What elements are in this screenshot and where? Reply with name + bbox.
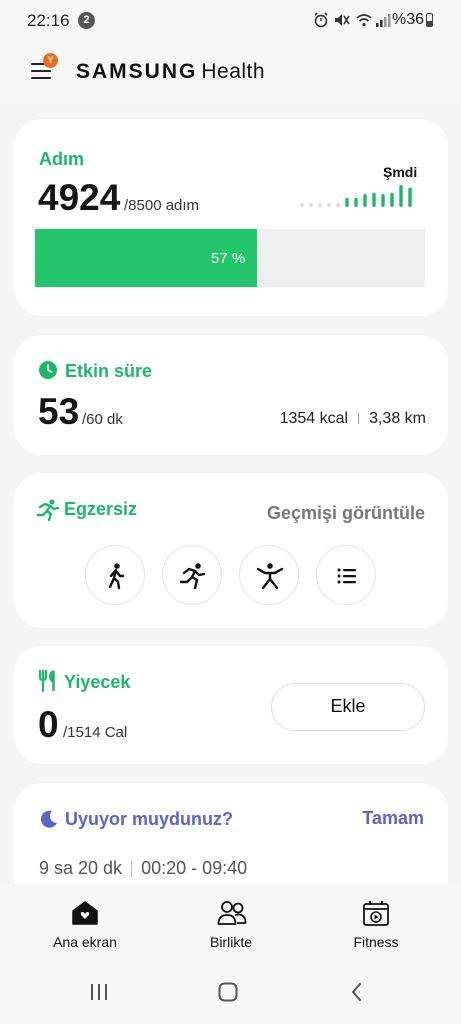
fork-knife-icon — [38, 670, 55, 692]
clock-icon — [39, 361, 57, 379]
alarm-icon — [314, 12, 328, 28]
nav-together[interactable]: Birlikte — [166, 884, 296, 964]
exercise-card[interactable]: Egzersiz Geçmişi görüntüle — [14, 473, 448, 628]
battery-icon — [426, 13, 433, 27]
running-button[interactable] — [162, 545, 222, 605]
active-time-value: 53 — [38, 391, 80, 432]
menu-notification-badge: Y — [43, 53, 58, 68]
sleep-details: 9 sa 20 dk 00:20 - 09:40 — [39, 858, 247, 879]
nav-fitness[interactable]: Fitness — [311, 884, 441, 964]
home-button-icon[interactable] — [217, 981, 239, 1003]
exercise-list-button[interactable] — [316, 545, 376, 605]
workout-icon — [256, 563, 284, 590]
steps-progress-bar: 57 % — [35, 229, 425, 287]
workout-button[interactable] — [239, 545, 299, 605]
walking-icon — [108, 563, 125, 590]
people-icon — [217, 901, 247, 925]
steps-card[interactable]: Adım 4924 /8500 adım Şmdi 57 % — [14, 119, 448, 316]
walking-button[interactable] — [85, 545, 145, 605]
mini-chart-bar — [399, 184, 403, 207]
status-time: 22:16 — [27, 11, 70, 30]
nav-fitness-label: Fitness — [353, 934, 399, 950]
add-food-button[interactable]: Ekle — [271, 683, 425, 731]
food-title: Yiyecek — [64, 672, 131, 692]
sleep-duration: 9 sa 20 dk — [39, 858, 123, 878]
sleep-divider — [131, 861, 133, 878]
steps-title: Adım — [39, 149, 84, 169]
mini-chart-bar — [363, 194, 367, 207]
brand-health: Health — [201, 60, 266, 83]
mini-chart-bar — [309, 203, 313, 207]
mini-chart-bar — [345, 197, 349, 207]
app-logo: SAMSUNG Health — [76, 60, 265, 84]
distance-value: 3,38 km — [369, 410, 426, 427]
nav-together-label: Birlikte — [209, 934, 252, 950]
recents-icon[interactable] — [88, 981, 110, 1003]
signal-icon — [376, 14, 391, 27]
mini-chart-bar — [318, 203, 322, 207]
running-icon — [179, 563, 206, 590]
menu-icon-line — [31, 70, 51, 72]
running-figure-icon — [36, 499, 60, 522]
mute-icon — [335, 14, 350, 26]
active-time-card[interactable]: Etkin süre 53 /60 dk 1354 kcal 3,38 km — [14, 335, 448, 455]
food-calories-goal: /1514 Cal — [63, 724, 128, 741]
steps-progress-label: 57 % — [211, 250, 246, 267]
wifi-icon — [356, 14, 372, 27]
exercise-title: Egzersiz — [64, 499, 138, 519]
mini-chart-bar — [354, 197, 358, 207]
status-bar: 22:16 2 %36 — [0, 0, 461, 40]
list-icon — [337, 568, 356, 584]
steps-mini-chart — [300, 184, 412, 207]
active-time-title: Etkin süre — [65, 361, 153, 381]
system-navigation-bar — [0, 964, 461, 1024]
steps-goal: /8500 adım — [124, 197, 200, 214]
mini-chart-bar — [408, 187, 412, 207]
active-time-goal: /60 dk — [82, 411, 123, 428]
bottom-navigation: Ana ekran Birlikte Fitness — [0, 884, 461, 964]
mini-chart-bar — [372, 192, 376, 207]
back-icon[interactable] — [346, 981, 368, 1003]
stats-divider — [358, 413, 360, 425]
mini-chart-bar — [390, 192, 394, 207]
notification-count-badge: 2 — [78, 12, 95, 29]
app-header: Y SAMSUNG Health — [0, 40, 461, 104]
nav-home-label: Ana ekran — [53, 934, 117, 950]
sleep-time-range: 00:20 - 09:40 — [141, 858, 248, 878]
calories-value: 1354 kcal — [279, 410, 349, 427]
battery-percentage: %36 — [392, 11, 425, 28]
home-icon — [72, 901, 98, 925]
brand-samsung: SAMSUNG — [76, 60, 198, 83]
mini-chart-bar — [327, 203, 331, 207]
mini-chart-bar — [300, 203, 304, 207]
food-calories-value: 0 — [38, 704, 59, 745]
sleep-title: Uyuyor muydunuz? — [65, 809, 234, 829]
steps-count: 4924 — [38, 177, 121, 218]
sleep-ok-button[interactable]: Tamam — [362, 808, 424, 829]
nav-home[interactable]: Ana ekran — [20, 884, 150, 964]
active-stats: 1354 kcal 3,38 km — [280, 410, 426, 428]
fitness-icon — [363, 901, 389, 926]
view-history-link[interactable]: Geçmişi görüntüle — [267, 503, 425, 524]
mini-chart-bar — [336, 203, 340, 207]
moon-icon — [40, 810, 57, 828]
menu-icon-line — [31, 77, 51, 79]
mini-chart-bar — [381, 194, 385, 207]
food-card[interactable]: Yiyecek 0 /1514 Cal Ekle — [14, 646, 448, 764]
